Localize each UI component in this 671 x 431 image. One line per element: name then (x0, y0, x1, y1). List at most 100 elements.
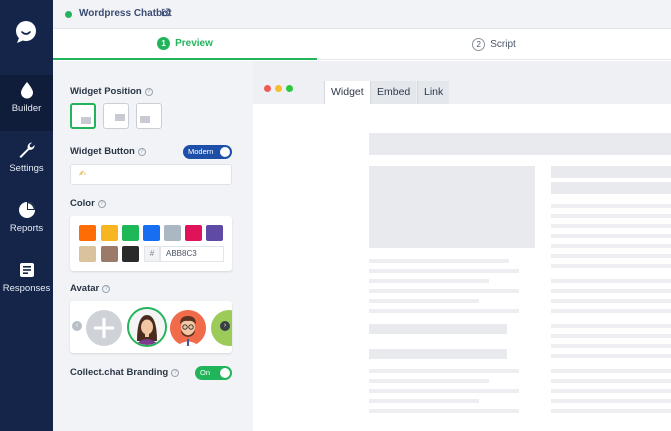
color-swatch[interactable] (79, 225, 96, 241)
avatar-carousel: ‹ › (70, 301, 232, 353)
page-sidebar-placeholder (551, 166, 671, 178)
tab-label: Script (490, 39, 516, 50)
text-line-placeholder (551, 399, 671, 403)
male-avatar-icon (170, 310, 206, 346)
female-avatar-icon (129, 309, 165, 345)
section-label: Collect.chat Branding (70, 367, 169, 378)
nav-item-reports[interactable]: Reports (0, 195, 53, 251)
nav-item-label: Reports (9, 223, 44, 234)
branding-toggle[interactable]: On (195, 366, 232, 380)
list-icon (20, 263, 34, 277)
color-swatch[interactable] (122, 225, 139, 241)
section-label: Color (70, 198, 95, 209)
hex-prefix: # (144, 246, 160, 262)
color-swatch[interactable] (143, 225, 160, 241)
step-number: 2 (472, 38, 486, 51)
color-swatch[interactable] (101, 246, 118, 262)
color-swatch[interactable] (164, 225, 181, 241)
text-line-placeholder (551, 254, 671, 258)
position-preview-block (140, 116, 150, 123)
window-close-dot (264, 85, 271, 92)
hex-color-input[interactable]: ABB8C3 (160, 246, 224, 262)
section-label: Avatar (70, 283, 100, 294)
text-line-placeholder (369, 289, 519, 293)
page-header-placeholder (369, 133, 671, 155)
step-tabs: 1 Preview 2 Script (53, 29, 671, 60)
text-line-placeholder (551, 309, 671, 313)
nav-item-builder[interactable]: Builder (0, 75, 53, 131)
page-sidebar-placeholder (551, 182, 671, 194)
help-icon[interactable]: ? (102, 285, 111, 293)
position-center-option[interactable] (136, 103, 162, 129)
nav-item-label: Responses (2, 283, 51, 294)
toggle-label: Modern (188, 147, 214, 156)
section-label: Widget Position (70, 86, 142, 97)
color-swatch[interactable] (206, 225, 223, 241)
browser-chrome: Widget Embed Link (253, 61, 671, 104)
chat-logo-icon[interactable] (14, 20, 38, 44)
online-status-indicator (65, 11, 72, 18)
text-line-placeholder (551, 234, 671, 238)
text-line-placeholder (551, 344, 671, 348)
widget-position-heading: Widget Position? (70, 86, 153, 97)
text-line-placeholder (551, 244, 671, 248)
color-swatch[interactable] (185, 225, 202, 241)
text-line-placeholder (551, 354, 671, 358)
text-line-placeholder (551, 299, 671, 303)
modern-toggle[interactable]: Modern (183, 145, 232, 159)
plus-icon (94, 318, 114, 338)
pie-chart-icon (19, 202, 35, 218)
text-line-placeholder (551, 279, 671, 283)
text-line-placeholder (369, 279, 489, 283)
writing-hand-icon: ✍ (79, 169, 86, 178)
website-preview-canvas (253, 104, 671, 431)
text-line-placeholder (551, 409, 671, 413)
preview-tab-link[interactable]: Link (417, 81, 450, 104)
bot-name-link[interactable]: Wordpress Chatbot (79, 8, 172, 19)
text-line-placeholder (551, 204, 671, 208)
text-line-placeholder (551, 369, 671, 373)
text-line-placeholder (551, 379, 671, 383)
color-swatch[interactable] (79, 246, 96, 262)
help-icon[interactable]: ? (97, 200, 106, 208)
nav-item-label: Builder (11, 103, 42, 114)
position-bottom-right-option[interactable] (103, 103, 129, 129)
text-line-placeholder (551, 324, 671, 328)
text-block-placeholder (369, 324, 507, 334)
help-icon[interactable]: ? (137, 148, 146, 156)
carousel-next-arrow[interactable]: › (220, 321, 230, 331)
widget-button-icon-field[interactable]: ✍ (70, 164, 232, 185)
text-line-placeholder (551, 264, 671, 268)
window-minimize-dot (275, 85, 282, 92)
window-maximize-dot (286, 85, 293, 92)
add-avatar-button[interactable] (86, 310, 122, 346)
tab-preview[interactable]: 1 Preview (53, 29, 317, 60)
help-icon[interactable]: ? (144, 88, 153, 96)
external-link-icon[interactable] (161, 8, 170, 17)
avatar-heading: Avatar? (70, 283, 111, 294)
nav-item-responses[interactable]: Responses (0, 255, 53, 311)
color-picker: # ABB8C3 (70, 216, 232, 271)
nav-item-settings[interactable]: Settings (0, 135, 53, 191)
preview-tab-widget[interactable]: Widget (324, 81, 370, 104)
text-line-placeholder (369, 399, 479, 403)
page-image-placeholder (369, 166, 535, 248)
help-icon[interactable]: ? (171, 369, 180, 377)
color-swatch[interactable] (122, 246, 139, 262)
text-line-placeholder (369, 389, 519, 393)
position-bottom-left-option[interactable] (70, 103, 96, 129)
toggle-label: On (200, 368, 211, 377)
tab-script[interactable]: 2 Script (317, 29, 671, 60)
avatar-female-option[interactable] (127, 307, 167, 347)
left-navigation: Builder Settings Reports Responses (0, 0, 53, 431)
top-bar: Wordpress Chatbot (53, 0, 671, 29)
branding-heading: Collect.chat Branding? (70, 367, 180, 378)
color-swatch[interactable] (101, 225, 118, 241)
preview-tab-embed[interactable]: Embed (370, 81, 417, 104)
text-line-placeholder (551, 224, 671, 228)
avatar-male-option[interactable] (170, 310, 206, 346)
position-preview-block (115, 114, 125, 121)
text-line-placeholder (369, 369, 519, 373)
preview-area: Widget Embed Link (253, 61, 671, 431)
carousel-prev-arrow[interactable]: ‹ (72, 321, 82, 331)
